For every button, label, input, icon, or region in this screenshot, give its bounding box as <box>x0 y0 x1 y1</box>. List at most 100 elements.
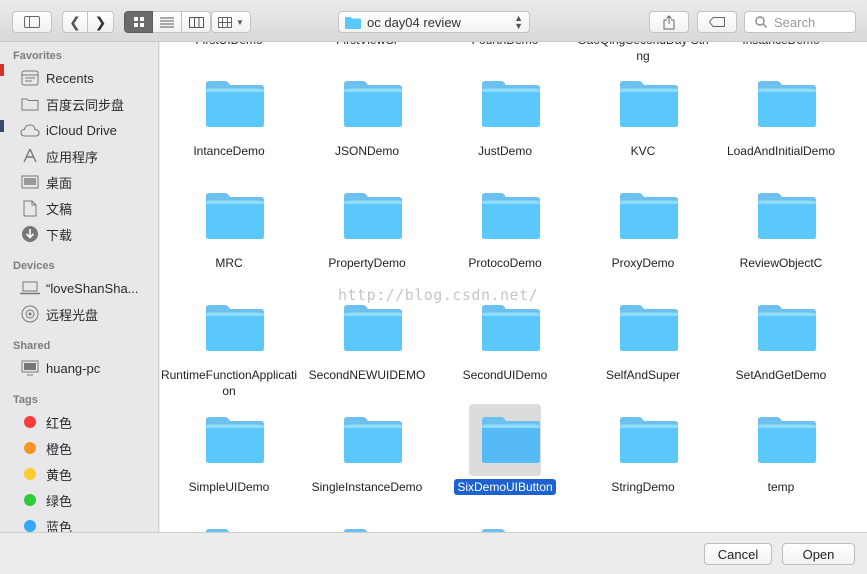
arrange-button[interactable]: ▼ <box>211 11 251 33</box>
folder-icon <box>618 414 680 464</box>
path-popup[interactable]: oc day04 review ▲ ▼ <box>338 11 530 33</box>
file-label: GaoQingSecondDay String <box>577 42 708 63</box>
sidebar-item-label: Recents <box>46 70 94 86</box>
search-icon <box>755 16 767 28</box>
file-label: StringDemo <box>611 480 675 494</box>
file-label: SetAndGetDemo <box>735 368 827 382</box>
watermark: http://blog.csdn.net/ <box>338 286 539 304</box>
back-button[interactable]: ❮ <box>62 11 88 33</box>
sidebar-item-applications[interactable]: 应用程序 <box>20 145 155 167</box>
background-strip <box>0 64 4 76</box>
file-label: ReviewObjectC <box>739 256 823 270</box>
sidebar-tag-green[interactable]: 绿色 <box>20 489 155 511</box>
file-label: RuntimeFunctionApplication <box>160 368 298 398</box>
sidebar-icon <box>24 16 40 28</box>
sidebar-item-label: iCloud Drive <box>46 122 117 138</box>
sidebar-item-downloads[interactable]: 下载 <box>20 223 155 245</box>
open-button[interactable]: Open <box>782 543 855 565</box>
green-tag-dot-icon <box>24 494 36 506</box>
folder-icon <box>756 190 818 240</box>
sidebar-item-label: 绿色 <box>46 493 73 509</box>
sidebar-item-documents[interactable]: 文稿 <box>20 197 155 219</box>
sidebar-item-mac[interactable]: “loveShanSha... <box>20 277 155 299</box>
applications-icon <box>20 147 40 165</box>
folder-icon <box>204 78 266 128</box>
yellow-tag-dot-icon <box>24 468 36 480</box>
sidebar: Favorites Recents 百度云同步盘 iCloud Drive 应用… <box>0 42 159 532</box>
file-label: JustDemo <box>477 144 533 158</box>
sidebar-item-icloud[interactable]: iCloud Drive <box>20 119 155 141</box>
cancel-button[interactable]: Cancel <box>704 543 772 565</box>
forward-button[interactable]: ❯ <box>88 11 114 33</box>
file-label: JSONDemo <box>334 144 399 158</box>
sidebar-tag-orange[interactable]: 橙色 <box>20 437 155 459</box>
grid-icon <box>133 17 144 27</box>
sidebar-item-label: 远程光盘 <box>46 307 99 323</box>
folder-icon <box>345 16 361 29</box>
sidebar-item-huang-pc[interactable]: huang-pc <box>20 357 155 379</box>
folder-icon <box>342 190 404 240</box>
downloads-icon <box>20 225 40 243</box>
file-label-container: SixDemoUIButton <box>436 479 574 495</box>
documents-icon <box>20 199 40 217</box>
folder-icon <box>756 414 818 464</box>
icon-view-button[interactable] <box>124 11 153 33</box>
search-field[interactable] <box>744 11 856 33</box>
sidebar-item-baidu[interactable]: 百度云同步盘 <box>20 93 155 115</box>
sidebar-item-label: 应用程序 <box>46 149 99 165</box>
arrange-grid-icon <box>218 16 233 28</box>
file-label: KVC <box>630 144 656 158</box>
share-button[interactable] <box>649 11 689 33</box>
sidebar-item-label: 黄色 <box>46 467 73 483</box>
sidebar-item-remote-disc[interactable]: 远程光盘 <box>20 303 155 325</box>
file-label: PropertyDemo <box>328 256 406 270</box>
tags-button[interactable] <box>697 11 737 33</box>
list-view-button[interactable] <box>153 11 182 33</box>
file-label: FirstUIDemo <box>160 42 298 48</box>
file-label: ProxyDemo <box>611 256 675 270</box>
chevron-left-icon: ❮ <box>69 13 81 30</box>
column-view-button[interactable] <box>182 11 211 33</box>
orange-tag-dot-icon <box>24 442 36 454</box>
sidebar-item-label: 蓝色 <box>46 519 73 533</box>
background-strip <box>0 120 4 132</box>
sidebar-item-recents[interactable]: Recents <box>20 67 155 89</box>
file-label: FourthDemo <box>436 42 574 48</box>
cloud-icon <box>20 121 40 139</box>
folder-icon <box>618 302 680 352</box>
disc-icon <box>20 305 40 323</box>
sidebar-item-desktop[interactable]: 桌面 <box>20 171 155 193</box>
dialog-footer: Cancel Open <box>0 532 867 574</box>
sidebar-item-label: 红色 <box>46 415 73 431</box>
list-icon <box>160 17 174 27</box>
file-label: SecondNEWUIDEMO <box>308 368 426 382</box>
file-label: MRC <box>215 256 243 270</box>
folder-icon <box>756 302 818 352</box>
sidebar-tag-red[interactable]: 红色 <box>20 411 155 433</box>
search-input[interactable] <box>772 13 846 31</box>
sidebar-tag-yellow[interactable]: 黄色 <box>20 463 155 485</box>
file-grid: FirstUIDemoFirstViewCrFourthDemoGaoQingS… <box>160 42 867 532</box>
file-label: ProtocoDemo <box>468 256 542 270</box>
chevron-right-icon: ❯ <box>94 13 107 30</box>
sidebar-item-label: “loveShanSha... <box>46 280 139 296</box>
sidebar-toggle-button[interactable] <box>12 11 52 33</box>
share-icon <box>663 14 675 29</box>
folder-icon <box>20 95 40 113</box>
laptop-icon <box>20 279 40 297</box>
folder-icon <box>480 302 542 352</box>
sidebar-item-label: 桌面 <box>46 175 73 191</box>
folder-icon <box>342 78 404 128</box>
view-mode-control <box>124 11 211 33</box>
toolbar: ❮ ❯ ▼ oc day04 review ▲ ▼ Search <box>0 0 867 42</box>
folder-icon <box>618 78 680 128</box>
folder-icon <box>618 190 680 240</box>
back-forward-control: ❮ ❯ <box>62 11 114 33</box>
folder-icon <box>480 190 542 240</box>
blue-tag-dot-icon <box>24 520 36 532</box>
devices-header: Devices <box>13 260 55 272</box>
folder-icon <box>480 78 542 128</box>
red-tag-dot-icon <box>24 416 36 428</box>
file-label: SimpleUIDemo <box>188 480 270 494</box>
sidebar-tag-blue[interactable]: 蓝色 <box>20 515 155 532</box>
